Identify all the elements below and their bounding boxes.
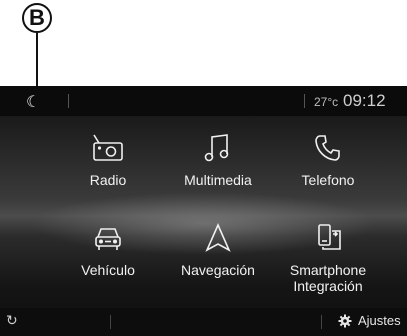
tile-multimedia[interactable]: Multimedia	[158, 132, 278, 188]
status-divider-left	[68, 94, 69, 108]
temperature-readout: 27°c	[314, 95, 339, 109]
tile-vehiculo[interactable]: Vehículo	[48, 222, 168, 278]
tile-multimedia-label: Multimedia	[184, 172, 252, 188]
bottom-divider-right	[321, 315, 322, 329]
gear-icon	[338, 314, 352, 327]
settings-button[interactable]: Ajustes	[338, 313, 401, 328]
tile-telefono[interactable]: Telefono	[268, 132, 388, 188]
clock-time: 09:12	[343, 91, 386, 110]
music-note-icon	[158, 132, 278, 164]
smartphone-icon	[268, 222, 388, 254]
settings-label: Ajustes	[358, 313, 401, 328]
phone-icon	[268, 132, 388, 164]
callout-letter: B	[29, 5, 45, 30]
tile-radio-label: Radio	[89, 172, 127, 188]
tile-vehiculo-label: Vehículo	[81, 262, 135, 278]
moon-icon[interactable]: ☾	[26, 92, 40, 112]
tile-navegacion[interactable]: Navegación	[158, 222, 278, 278]
tile-navegacion-label: Navegación	[181, 262, 255, 278]
callout-pointer-line	[36, 33, 38, 93]
infotainment-screen: ☾ 27°c 09:12 Radio Multimedia Telefono V…	[0, 86, 407, 336]
tile-smartphone-integracion[interactable]: Smartphone Integración	[268, 222, 388, 294]
status-divider-right	[304, 94, 305, 108]
tile-telefono-label: Telefono	[301, 172, 355, 188]
status-bar: ☾ 27°c 09:12	[0, 86, 407, 116]
tile-radio[interactable]: Radio	[48, 132, 168, 188]
bottom-bar: ↻ Ajustes	[0, 308, 407, 336]
tile-smartphone-label: Smartphone Integración	[289, 262, 367, 294]
bottom-divider-left	[110, 315, 111, 329]
refresh-icon[interactable]: ↻	[6, 312, 18, 329]
car-icon	[48, 222, 168, 254]
navigation-arrow-icon	[158, 222, 278, 254]
radio-icon	[48, 132, 168, 164]
callout-label-b: B	[22, 3, 52, 33]
